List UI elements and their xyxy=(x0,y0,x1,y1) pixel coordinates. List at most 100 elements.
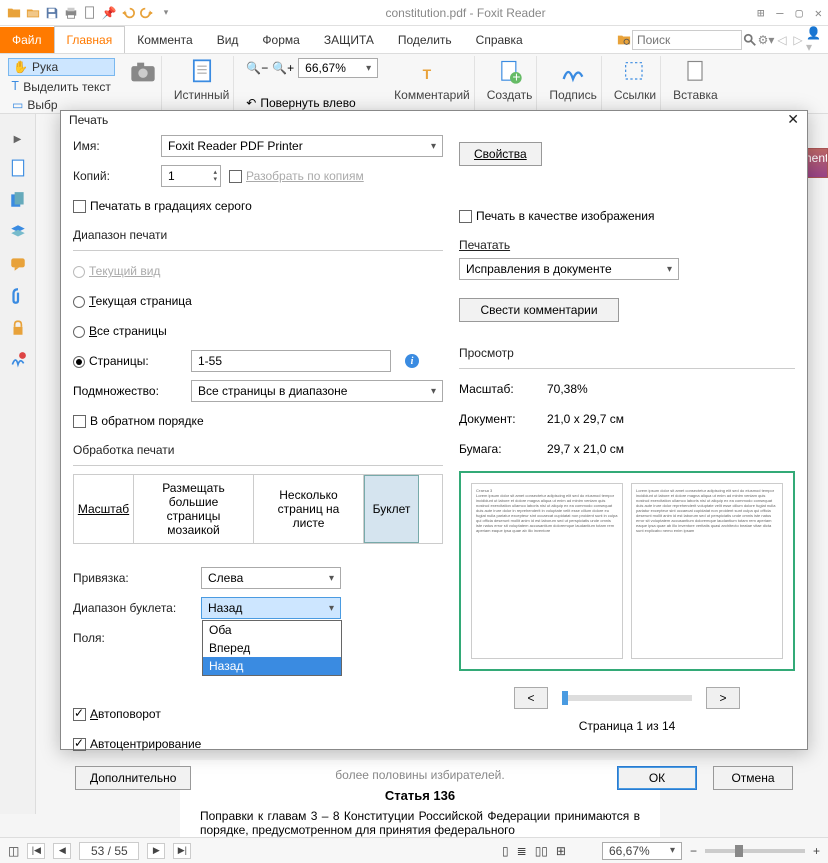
page-number-box[interactable]: 53 / 55 xyxy=(79,842,139,860)
tab-form[interactable]: Форма xyxy=(250,27,311,53)
prev-page-button[interactable]: ◀ xyxy=(53,843,71,859)
pages-panel-icon[interactable] xyxy=(9,191,27,209)
handling-scale[interactable]: Масштаб xyxy=(74,475,134,543)
layers-icon[interactable] xyxy=(9,223,27,241)
cancel-button[interactable]: Отмена xyxy=(713,766,793,790)
last-page-button[interactable]: ▶| xyxy=(173,843,191,859)
zoom-in-icon[interactable]: 🔍+ xyxy=(272,61,294,75)
as-image-checkbox[interactable] xyxy=(459,210,472,223)
minimize-icon[interactable]: — xyxy=(776,6,783,20)
page-panel-icon[interactable] xyxy=(9,159,27,177)
grayscale-checkbox-wrap[interactable]: Печатать в градациях серого xyxy=(73,199,252,213)
attachment-icon[interactable] xyxy=(9,287,27,305)
radio-current-page-btn[interactable] xyxy=(73,296,85,308)
tab-view[interactable]: Вид xyxy=(205,27,251,53)
nav-back-icon[interactable]: ◁ xyxy=(774,32,790,48)
autorotate-checkbox[interactable] xyxy=(73,708,86,721)
print-icon[interactable] xyxy=(63,5,79,21)
tab-file[interactable]: Файл xyxy=(0,27,54,53)
nav-fwd-icon[interactable]: ▷ xyxy=(790,32,806,48)
zoom-out-icon[interactable]: 🔍− xyxy=(246,61,268,75)
preview-prev-button[interactable]: < xyxy=(514,687,548,709)
handling-multi[interactable]: Несколько страниц на листе xyxy=(254,475,364,543)
binding-select[interactable]: Слева xyxy=(201,567,341,589)
radio-pages-btn[interactable] xyxy=(73,356,85,368)
zoom-in-status-icon[interactable]: + xyxy=(813,844,820,858)
handling-tile[interactable]: Размещать большие страницы мозаикой xyxy=(134,475,254,543)
search-folder-icon[interactable] xyxy=(616,32,632,48)
radio-current-page[interactable]: Текущая страница xyxy=(73,294,192,308)
printer-select[interactable]: Foxit Reader PDF Printer xyxy=(161,135,443,157)
layout-continuous-icon[interactable]: ≣ xyxy=(517,844,527,858)
properties-button[interactable]: Свойства xyxy=(459,142,542,166)
print-what-select[interactable]: Исправления в документе xyxy=(459,258,679,280)
true-size-button[interactable]: Истинный xyxy=(174,58,229,102)
create-button[interactable]: + Создать xyxy=(487,58,533,102)
grayscale-checkbox[interactable] xyxy=(73,200,86,213)
user-icon[interactable]: 👤▾ xyxy=(806,32,822,48)
copies-spinner[interactable]: 1 xyxy=(161,165,221,187)
ribbon-toggle-icon[interactable]: ⊞ xyxy=(757,6,764,20)
tab-help[interactable]: Справка xyxy=(464,27,535,53)
signatures-icon[interactable] xyxy=(9,351,27,369)
comments-panel-icon[interactable] xyxy=(9,255,27,273)
zoom-out-status-icon[interactable]: − xyxy=(690,844,697,858)
radio-all-pages[interactable]: Все страницы xyxy=(73,324,167,338)
qat-dropdown-icon[interactable]: ▾ xyxy=(158,5,174,21)
layout-cont-facing-icon[interactable]: ⊞ xyxy=(556,844,566,858)
tab-protect[interactable]: ЗАЩИТА xyxy=(312,27,386,53)
hand-tool[interactable]: ✋Рука xyxy=(8,58,115,76)
preview-next-button[interactable]: > xyxy=(706,687,740,709)
status-size-icon[interactable]: ◫ xyxy=(8,844,19,858)
advanced-button[interactable]: Дополнительно xyxy=(75,766,191,790)
document-icon[interactable] xyxy=(82,5,98,21)
ok-button[interactable]: ОК xyxy=(617,766,697,790)
collate-checkbox[interactable] xyxy=(229,170,242,183)
booklet-range-select[interactable]: Назад Оба Вперед Назад xyxy=(201,597,341,619)
rotate-left-icon[interactable]: ↶ xyxy=(246,96,256,110)
save-icon[interactable] xyxy=(44,5,60,21)
first-page-button[interactable]: |◀ xyxy=(27,843,45,859)
layout-single-icon[interactable]: ▯ xyxy=(502,844,509,858)
snapshot-button[interactable] xyxy=(129,58,157,86)
flatten-button[interactable]: Свести комментарии xyxy=(459,298,619,322)
open-icon[interactable] xyxy=(6,5,22,21)
tab-comment[interactable]: Коммента xyxy=(125,27,205,53)
search-input[interactable] xyxy=(632,30,742,50)
handling-booklet[interactable]: Буклет xyxy=(364,475,419,543)
sign-button[interactable]: Подпись xyxy=(549,58,597,102)
select-text-tool[interactable]: ᎢВыделить текст xyxy=(8,78,115,95)
reverse-checkbox[interactable] xyxy=(73,415,86,428)
preview-slider[interactable] xyxy=(562,695,692,701)
as-image-wrap[interactable]: Печать в качестве изображения xyxy=(459,209,654,223)
folder-icon[interactable] xyxy=(25,5,41,21)
security-icon[interactable] xyxy=(9,319,27,337)
booklet-opt-back[interactable]: Назад xyxy=(203,657,341,675)
insert-button[interactable]: Вставка xyxy=(673,58,718,102)
comment-button[interactable]: T Комментарий xyxy=(394,58,470,102)
sidebar-expand-icon[interactable]: ▶ xyxy=(14,134,22,145)
radio-pages[interactable]: Страницы: xyxy=(73,354,183,368)
autorotate-wrap[interactable]: Автоповорот xyxy=(73,707,161,721)
undo-icon[interactable] xyxy=(120,5,136,21)
autocenter-wrap[interactable]: Автоцентрирование xyxy=(73,737,201,751)
booklet-opt-forward[interactable]: Вперед xyxy=(203,639,341,657)
autocenter-checkbox[interactable] xyxy=(73,738,86,751)
reverse-checkbox-wrap[interactable]: В обратном порядке xyxy=(73,414,204,428)
zoom-slider[interactable] xyxy=(705,849,805,853)
zoom-combo[interactable]: 66,67% xyxy=(298,58,378,78)
radio-all-pages-btn[interactable] xyxy=(73,326,85,338)
zoom-status-combo[interactable]: 66,67% xyxy=(602,842,682,860)
tab-share[interactable]: Поделить xyxy=(386,27,464,53)
collate-checkbox-wrap[interactable]: Разобрать по копиям xyxy=(229,169,364,183)
layout-facing-icon[interactable]: ▯▯ xyxy=(535,844,548,858)
rotate-left-label[interactable]: Повернуть влево xyxy=(260,96,355,110)
redo-icon[interactable] xyxy=(139,5,155,21)
dialog-close-icon[interactable]: ✕ xyxy=(787,111,799,128)
subset-select[interactable]: Все страницы в диапазоне xyxy=(191,380,443,402)
links-button[interactable]: Ссылки xyxy=(614,58,656,102)
tab-home[interactable]: Главная xyxy=(54,26,126,53)
maximize-icon[interactable]: ▢ xyxy=(796,6,803,20)
pin-icon[interactable]: 📌 xyxy=(101,5,117,21)
next-page-button[interactable]: ▶ xyxy=(147,843,165,859)
